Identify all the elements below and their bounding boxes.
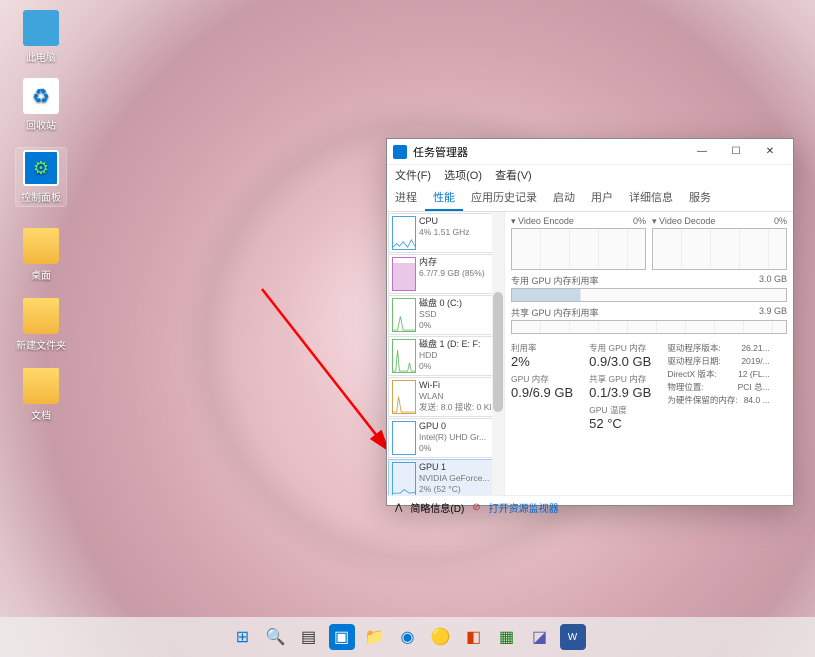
tab-startup[interactable]: 启动 bbox=[545, 185, 583, 211]
desktop: 此电脑 回收站 控制面板 桌面 新建文件夹 文档 任务管理器 — ☐ ✕ 文件(… bbox=[0, 0, 815, 657]
tab-bar: 进程 性能 应用历史记录 启动 用户 详细信息 服务 bbox=[387, 185, 793, 212]
performance-sidebar: CPU4% 1.51 GHz 内存6.7/7.9 GB (85%) 磁盘 0 (… bbox=[387, 212, 505, 495]
start-button[interactable]: ⊞ bbox=[230, 624, 256, 650]
desktop-icon-controlpanel[interactable]: 控制面板 bbox=[16, 148, 66, 206]
sidebar-item-gpu0[interactable]: GPU 0Intel(R) UHD Gr...0% bbox=[388, 418, 503, 458]
desktop-icon-recyclebin[interactable]: 回收站 bbox=[16, 78, 66, 132]
taskbar-app-2[interactable]: ◧ bbox=[461, 624, 487, 650]
tab-services[interactable]: 服务 bbox=[681, 185, 719, 211]
tab-performance[interactable]: 性能 bbox=[425, 185, 463, 211]
menu-file[interactable]: 文件(F) bbox=[395, 170, 431, 182]
tab-users[interactable]: 用户 bbox=[583, 185, 621, 211]
taskbar-edge[interactable]: ◉ bbox=[395, 624, 421, 650]
sidebar-item-gpu1[interactable]: GPU 1NVIDIA GeForce...2% (52 °C) bbox=[388, 459, 503, 495]
taskmanager-window: 任务管理器 — ☐ ✕ 文件(F) 选项(O) 查看(V) 进程 性能 应用历史… bbox=[386, 138, 794, 506]
menu-options[interactable]: 选项(O) bbox=[444, 170, 482, 182]
taskbar-app-1[interactable]: ▣ bbox=[329, 624, 355, 650]
minimize-button[interactable]: — bbox=[685, 140, 719, 164]
menu-view[interactable]: 查看(V) bbox=[495, 170, 532, 182]
tab-apphistory[interactable]: 应用历史记录 bbox=[463, 185, 545, 211]
sidebar-item-disk1[interactable]: 磁盘 1 (D: E: F:HDD0% bbox=[388, 336, 503, 376]
desktop-icon-folder3[interactable]: 文档 bbox=[16, 368, 66, 422]
chart-video-encode: ▾ Video Encode0% bbox=[511, 216, 646, 270]
desktop-icon-folder2[interactable]: 新建文件夹 bbox=[16, 298, 66, 352]
sidebar-scrollbar[interactable] bbox=[492, 212, 504, 495]
taskview-button[interactable]: ▤ bbox=[296, 624, 322, 650]
sidebar-item-wifi[interactable]: Wi-FiWLAN发送: 8.0 接收: 0 Kl bbox=[388, 377, 503, 417]
search-button[interactable]: 🔍 bbox=[263, 624, 289, 650]
sidebar-item-memory[interactable]: 内存6.7/7.9 GB (85%) bbox=[388, 254, 503, 294]
performance-main: ▾ Video Encode0% ▾ Video Decode0% 专用 GPU… bbox=[505, 212, 793, 495]
taskbar-app-5[interactable]: W bbox=[560, 624, 586, 650]
taskbar-app-3[interactable]: ▦ bbox=[494, 624, 520, 650]
collapse-icon[interactable]: ⋀ bbox=[395, 502, 402, 513]
taskmanager-icon bbox=[393, 145, 407, 159]
tab-details[interactable]: 详细信息 bbox=[621, 185, 681, 211]
taskbar-chrome[interactable]: 🟡 bbox=[428, 624, 454, 650]
menubar: 文件(F) 选项(O) 查看(V) bbox=[387, 165, 793, 185]
chart-dedicated-gpu-mem: 专用 GPU 内存利用率3.0 GB bbox=[511, 274, 787, 302]
taskbar-explorer[interactable]: 📁 bbox=[362, 624, 388, 650]
taskbar-app-4[interactable]: ◪ bbox=[527, 624, 553, 650]
close-button[interactable]: ✕ bbox=[753, 140, 787, 164]
window-title: 任务管理器 bbox=[413, 144, 468, 160]
brief-info-link[interactable]: 简略信息(D) bbox=[410, 500, 464, 515]
window-footer: ⋀ 简略信息(D) ⊘ 打开资源监视器 bbox=[387, 495, 793, 519]
desktop-icon-thispc[interactable]: 此电脑 bbox=[16, 10, 66, 64]
open-resmon-link[interactable]: 打开资源监视器 bbox=[489, 500, 559, 515]
taskbar[interactable]: ⊞ 🔍 ▤ ▣ 📁 ◉ 🟡 ◧ ▦ ◪ W bbox=[0, 617, 815, 657]
desktop-icon-folder1[interactable]: 桌面 bbox=[16, 228, 66, 282]
chart-shared-gpu-mem: 共享 GPU 内存利用率3.9 GB bbox=[511, 306, 787, 334]
chart-video-decode: ▾ Video Decode0% bbox=[652, 216, 787, 270]
sidebar-item-disk0[interactable]: 磁盘 0 (C:)SSD0% bbox=[388, 295, 503, 335]
maximize-button[interactable]: ☐ bbox=[719, 140, 753, 164]
sidebar-item-cpu[interactable]: CPU4% 1.51 GHz bbox=[388, 213, 503, 253]
tab-processes[interactable]: 进程 bbox=[387, 185, 425, 211]
gpu-stats: 利用率 2% GPU 内存 0.9/6.9 GB 专用 GPU 内存 0.9/3… bbox=[511, 342, 787, 435]
titlebar[interactable]: 任务管理器 — ☐ ✕ bbox=[387, 139, 793, 165]
annotation-arrow bbox=[258, 285, 403, 465]
